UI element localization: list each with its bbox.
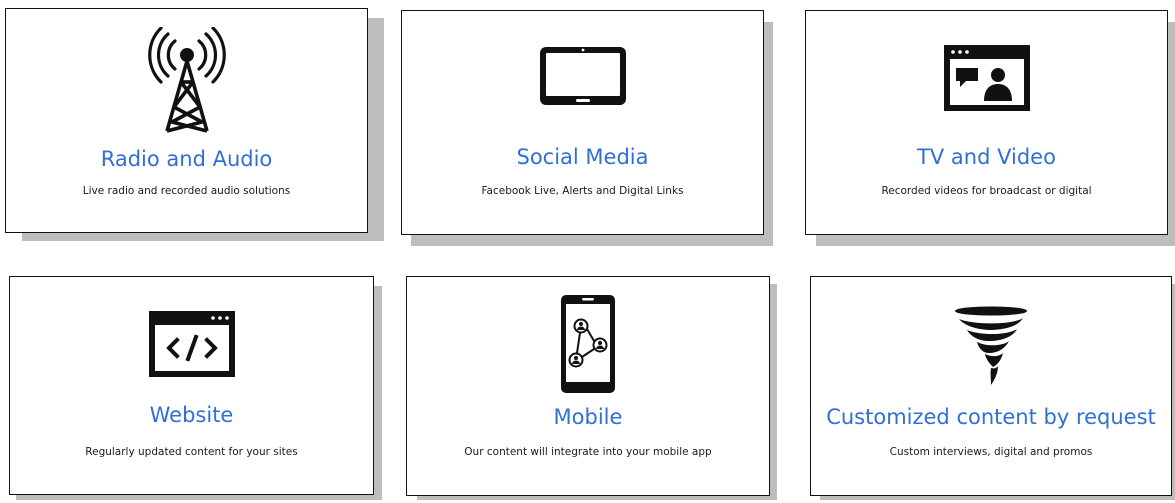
card-title: Mobile (553, 405, 623, 429)
tablet-icon (402, 45, 763, 107)
card-description: Live radio and recorded audio solutions (82, 185, 291, 197)
card-description: Facebook Live, Alerts and Digital Links (481, 185, 684, 197)
card-body[interactable]: Radio and Audio Live radio and recorded … (5, 8, 368, 233)
card-body[interactable]: Mobile Our content will integrate into y… (406, 276, 770, 496)
radio-tower-icon (6, 27, 367, 135)
card-description: Custom interviews, digital and promos (889, 446, 1093, 458)
card-body[interactable]: Website Regularly updated content for yo… (9, 276, 374, 495)
card-body[interactable]: Customized content by request Custom int… (810, 276, 1172, 496)
card-description: Recorded videos for broadcast or digital (881, 185, 1092, 197)
tornado-icon (811, 303, 1171, 387)
card-title: Website (149, 403, 234, 427)
mobile-network-icon (407, 293, 769, 395)
video-window-icon (806, 43, 1167, 113)
card-title: Social Media (516, 145, 649, 169)
card-title: Customized content by request (826, 405, 1156, 429)
card-body[interactable]: TV and Video Recorded videos for broadca… (805, 10, 1168, 235)
card-description: Regularly updated content for your sites (85, 446, 298, 458)
card-description: Our content will integrate into your mob… (464, 446, 712, 458)
code-window-icon (10, 309, 373, 379)
card-body[interactable]: Social Media Facebook Live, Alerts and D… (401, 10, 764, 235)
card-title: TV and Video (917, 145, 1056, 169)
card-title: Radio and Audio (100, 147, 273, 171)
